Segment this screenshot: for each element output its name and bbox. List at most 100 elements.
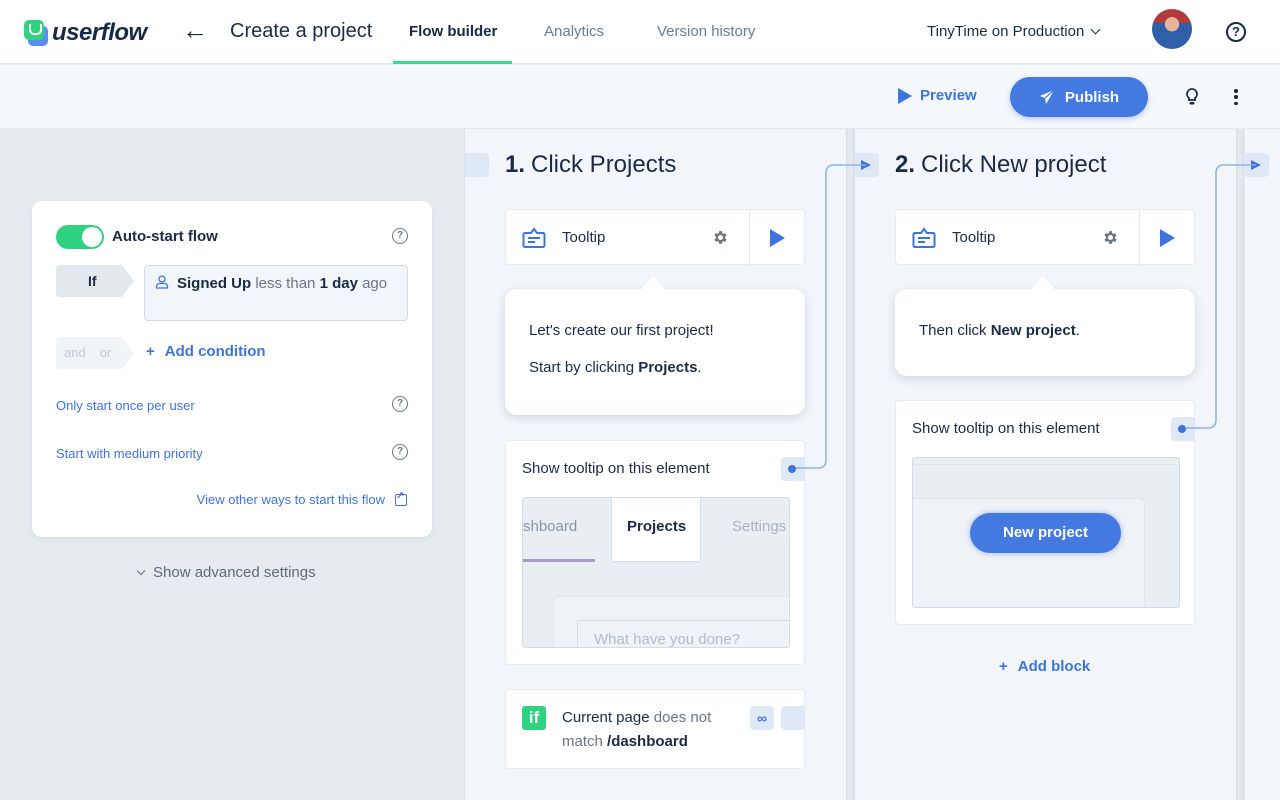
page-title: Create a project [230,20,373,42]
and-or-selector: and or [56,337,134,369]
step-2-column: 2. Click New project Tooltip Then click N… [854,129,1236,800]
user-icon [155,275,169,289]
preview-tab-underline [523,559,595,562]
step-number: 1. [505,151,526,178]
step-title-text: Click Projects [531,151,677,178]
tooltip-content[interactable]: Then click New project. [895,289,1195,376]
paper-plane-icon [1039,89,1055,104]
column-divider [846,129,854,800]
step-1-input-port[interactable] [465,153,489,177]
more-options-icon[interactable] [1234,89,1238,105]
preview-input: What have you done? [577,620,789,647]
play-step-icon[interactable] [1160,229,1175,247]
if-label: If [56,265,134,297]
step-number: 2. [895,151,916,178]
preview-tab: Projects [627,518,687,535]
tab-flow-builder[interactable]: Flow builder [409,23,497,40]
external-link-icon [395,491,407,506]
condition-operator: less than [255,275,316,292]
tooltip-icon [912,227,936,248]
gear-icon[interactable] [1102,229,1119,246]
avatar[interactable] [1152,9,1192,49]
preview-label: Preview [920,87,977,104]
environment-select[interactable]: TinyTime on Production [927,23,1101,40]
toolbar: Preview Publish [0,65,1280,129]
step-3-input-port[interactable] [1245,153,1269,177]
condition-box[interactable]: Signed Up less than 1 day ago [144,265,408,321]
step-2-input-port[interactable] [855,153,879,177]
element-preview: New project [912,457,1180,608]
advanced-settings-label: Show advanced settings [153,564,316,581]
lightbulb-icon[interactable] [1184,87,1200,107]
add-condition-label: Add condition [164,343,266,360]
environment-label: TinyTime on Production [927,23,1085,40]
step-1-column: 1. Click Projects Tooltip Let's create ou… [464,129,846,800]
preview-new-project-button: New project [970,513,1121,553]
add-block-button[interactable]: + Add block [999,658,1090,675]
arrow-right-icon [1251,160,1261,170]
target-element-card[interactable]: Show tooltip on this element New project [895,400,1195,625]
brand-name: userflow [52,19,147,46]
block-type-label: Tooltip [562,229,606,246]
tooltip-block-header[interactable]: Tooltip [895,209,1195,266]
chevron-down-icon [1090,24,1101,35]
arrow-left-icon[interactable]: ← [182,17,208,43]
arrow-right-icon [861,160,871,170]
once-per-user-link[interactable]: Only start once per user [56,398,195,413]
auto-start-toggle[interactable] [56,225,104,249]
condition-suffix: ago [362,275,388,292]
step-2-title[interactable]: 2. Click New project [895,151,1106,179]
block-type-label: Tooltip [952,229,996,246]
divider [1139,210,1140,266]
step-title-text: Click New project [921,151,1107,178]
tooltip-icon [522,227,546,248]
question-circle-icon[interactable]: ? [392,396,408,412]
tooltip-block-header[interactable]: Tooltip [505,209,805,266]
add-block-label: Add block [1017,658,1091,675]
chevron-down-icon [136,566,146,575]
link-icon[interactable]: ∞ [750,706,774,730]
preview-tab: shboard [523,518,578,535]
target-output-port[interactable] [1171,417,1195,441]
play-icon [898,87,912,104]
tab-version-history[interactable]: Version history [657,23,755,40]
add-condition-button[interactable]: + Add condition [146,343,266,360]
trigger-panel: Auto-start flow ? If Signed Up less than… [0,129,464,800]
publish-label: Publish [1064,88,1120,106]
logo-mark-icon [24,20,48,46]
target-label: Show tooltip on this element [522,460,710,477]
question-circle-icon[interactable]: ? [1226,22,1246,42]
top-header: userflow ← Create a project Flow builder… [0,0,1280,64]
tooltip-line: Start by clicking Projects. [529,359,702,376]
publish-button[interactable]: Publish [1010,77,1148,117]
view-other-ways-link[interactable]: View other ways to start this flow [196,491,407,507]
and-option[interactable]: and [64,337,86,369]
divider [749,210,750,266]
question-circle-icon[interactable]: ? [392,444,408,460]
target-output-port[interactable] [781,457,805,481]
column-divider [1236,129,1244,800]
or-option[interactable]: or [100,337,112,369]
target-element-card[interactable]: Show tooltip on this element shboard Pro… [505,440,805,665]
tab-analytics[interactable]: Analytics [544,23,604,40]
question-circle-icon[interactable]: ? [392,228,408,244]
view-other-ways-label: View other ways to start this flow [196,492,385,507]
step-3-column [1245,129,1280,800]
userflow-logo[interactable]: userflow [24,19,147,47]
if-icon: if [522,706,546,730]
gear-icon[interactable] [712,229,729,246]
condition-value: 1 day [319,275,358,292]
step-1-title[interactable]: 1. Click Projects [505,151,676,179]
preview-tab: Settings [732,518,787,535]
tooltip-content[interactable]: Let's create our first project! Start by… [505,289,805,415]
condition-card[interactable]: if Current page does not match /dashboar… [505,689,805,769]
priority-link[interactable]: Start with medium priority [56,446,203,461]
preview-button[interactable]: Preview [898,87,977,104]
auto-start-label: Auto-start flow [112,228,218,245]
play-step-icon[interactable] [770,229,785,247]
plus-icon: + [146,343,155,360]
condition-attribute: Signed Up [177,275,252,292]
condition-output-port[interactable] [781,706,805,730]
active-tab-indicator [393,61,512,64]
show-advanced-settings-button[interactable]: Show advanced settings [136,564,316,581]
